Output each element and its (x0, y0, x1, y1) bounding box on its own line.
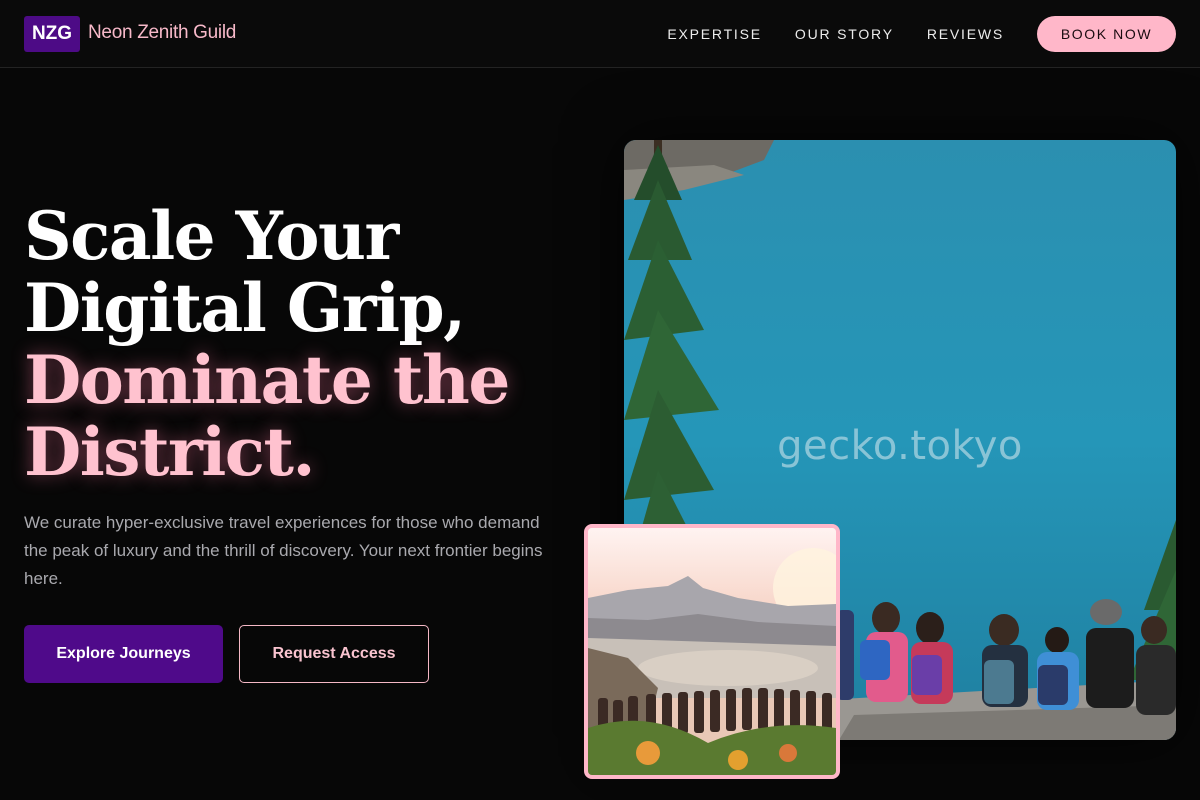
sunset-crowd-illustration (588, 528, 836, 775)
logo-badge[interactable]: NZG (24, 16, 80, 52)
hero-title-line-2: Digital Grip, (24, 269, 466, 347)
photo-watermark: gecko.tokyo (777, 423, 1023, 469)
hero-title-line-1: Scale Your (24, 197, 399, 275)
explore-journeys-button[interactable]: Explore Journeys (24, 625, 223, 683)
book-now-button[interactable]: BOOK NOW (1037, 16, 1176, 52)
request-access-button[interactable]: Request Access (239, 625, 429, 683)
nav-link-our-story[interactable]: OUR STORY (795, 26, 894, 42)
hero-title-line-4: District. (24, 413, 315, 491)
brand-name[interactable]: Neon Zenith Guild (88, 22, 236, 44)
nav-links: EXPERTISE OUR STORY REVIEWS BOOK NOW (667, 16, 1176, 52)
hero-inset-photo (584, 524, 840, 779)
hero-title: Scale Your Digital Grip, Dominate the Di… (24, 200, 584, 488)
hero-description: We curate hyper-exclusive travel experie… (24, 513, 543, 588)
top-nav: NZG Neon Zenith Guild EXPERTISE OUR STOR… (0, 0, 1200, 68)
hero-title-line-3: Dominate the (24, 341, 510, 419)
nav-link-reviews[interactable]: REVIEWS (927, 26, 1004, 42)
nav-link-expertise[interactable]: EXPERTISE (667, 26, 762, 42)
